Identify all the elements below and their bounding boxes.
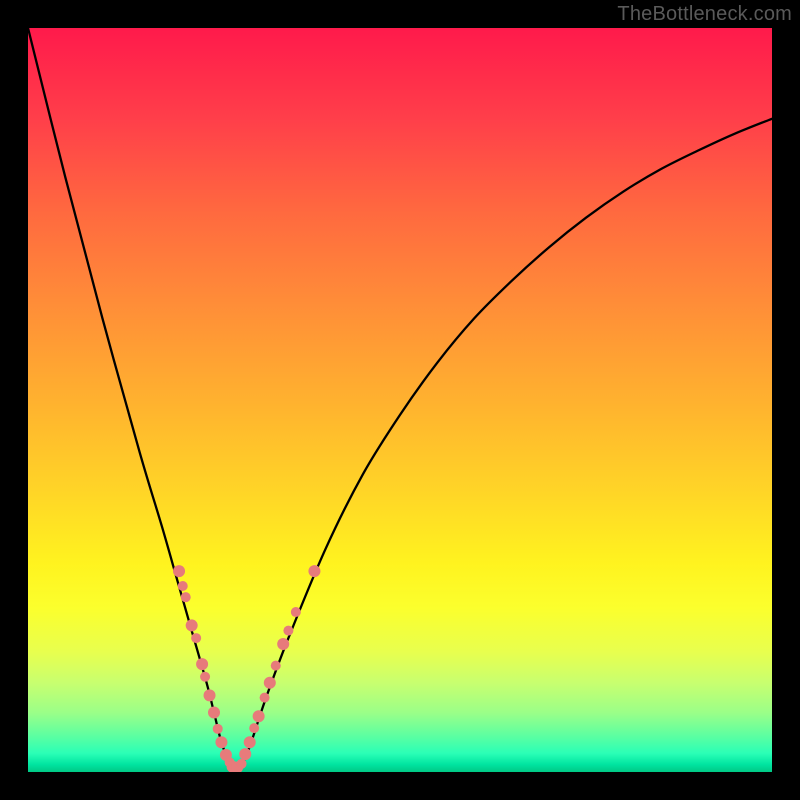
data-marker (181, 592, 191, 602)
chart-svg (28, 28, 772, 772)
data-marker (260, 693, 270, 703)
data-marker (271, 661, 281, 671)
data-marker (283, 626, 293, 636)
data-marker (239, 748, 251, 760)
data-marker (291, 607, 301, 617)
data-marker (277, 638, 289, 650)
data-marker (249, 723, 259, 733)
data-marker (215, 736, 227, 748)
data-marker (186, 619, 198, 631)
data-marker (237, 759, 247, 769)
data-marker (196, 658, 208, 670)
data-marker (213, 724, 223, 734)
data-marker (173, 565, 185, 577)
chart-frame: TheBottleneck.com (0, 0, 800, 800)
data-marker (208, 706, 220, 718)
data-marker (308, 565, 320, 577)
bottleneck-curve (28, 28, 772, 768)
data-marker (253, 710, 265, 722)
data-marker (191, 633, 201, 643)
data-marker (204, 689, 216, 701)
data-marker (178, 581, 188, 591)
data-marker (244, 736, 256, 748)
watermark-text: TheBottleneck.com (617, 3, 792, 26)
plot-area (28, 28, 772, 772)
data-marker (200, 672, 210, 682)
data-marker (264, 677, 276, 689)
